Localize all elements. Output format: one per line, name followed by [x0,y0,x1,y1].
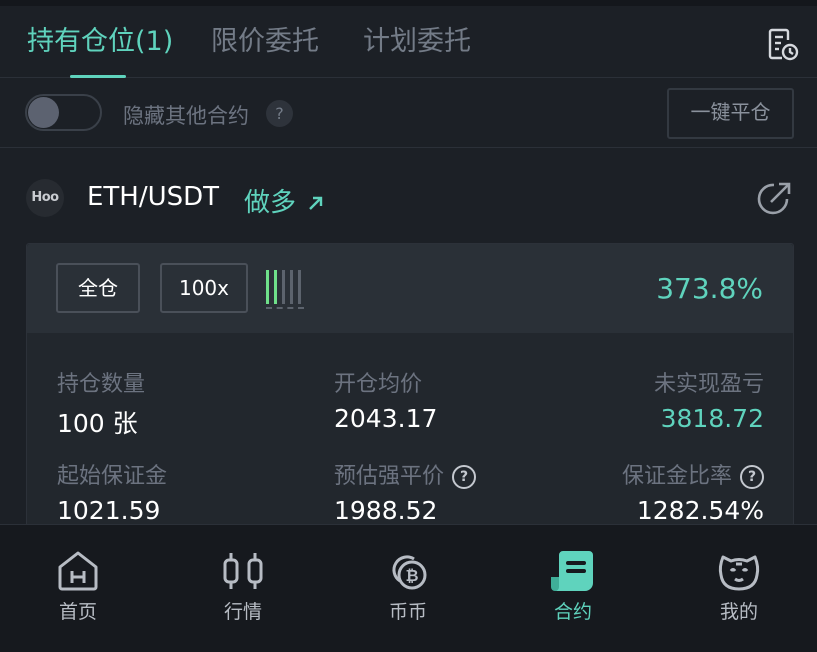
adl-bar [266,270,269,304]
adl-bar [274,270,277,304]
svg-text:₿: ₿ [405,566,418,585]
tab-limit-orders[interactable]: 限价委托 [211,26,319,58]
mascot-icon [718,555,760,591]
liquidation-price-value: 1988.52 [334,496,438,525]
quantity-label: 持仓数量 [57,372,146,397]
liquidation-price-label: 预估强平价 [334,464,445,489]
margin-ratio-label-group: 保证金比率? [622,458,764,490]
nav-contract[interactable]: 合约 [498,525,648,652]
tab-positions[interactable]: 持有仓位(1) [27,26,173,58]
share-icon[interactable] [754,179,794,219]
bottom-nav: 首页 行情 ₿ 币币 合约 我的 [0,524,817,652]
candlestick-icon [223,553,263,589]
liquidation-price-label-group: 预估强平价? [334,458,477,490]
pair-name: ETH/USDT [87,182,220,212]
help-icon[interactable]: ? [452,465,477,489]
unrealized-pnl-label: 未实现盈亏 [653,372,764,397]
filter-row: 隐藏其他合约 ? 一键平仓 [0,78,817,148]
margin-ratio-value: 1282.54% [636,496,764,525]
close-all-button[interactable]: 一键平仓 [667,88,794,139]
position-card-header: 全仓 100x 373.8% [27,244,793,333]
nav-label-home: 首页 [58,601,97,623]
adl-baseline [266,307,304,309]
nav-home[interactable]: 首页 [3,525,153,652]
adl-indicator [266,270,304,310]
position-tabs: 持有仓位(1) 限价委托 计划委托 [0,6,817,78]
home-icon [58,551,98,591]
margin-mode-chip[interactable]: 全仓 [56,263,140,313]
initial-margin-label: 起始保证金 [57,464,168,489]
toggle-knob [28,97,59,128]
entry-price-value: 2043.17 [334,404,438,433]
nav-label-contract: 合约 [553,601,592,623]
exchange-logo: Hoo [26,179,64,217]
return-on-equity: 373.8% [656,272,763,305]
hide-other-contracts-toggle[interactable] [25,94,102,131]
adl-bar [282,270,285,304]
nav-label-market: 行情 [223,601,262,623]
nav-label-spot: 币币 [388,601,427,623]
order-history-icon[interactable] [766,26,800,62]
adl-bar [298,270,301,304]
arrow-up-right-icon [309,196,323,210]
contract-icon [551,551,593,591]
help-icon[interactable]: ? [266,100,293,127]
coin-icon: ₿ [392,555,427,590]
margin-ratio-label: 保证金比率 [621,464,732,489]
initial-margin-value: 1021.59 [57,496,161,525]
adl-bar [290,270,293,304]
entry-price-label: 开仓均价 [334,372,423,397]
position-side: 做多 [244,188,297,218]
nav-spot[interactable]: ₿ 币币 [333,525,483,652]
help-icon[interactable]: ? [740,465,764,489]
nav-market[interactable]: 行情 [168,525,318,652]
position-header: Hoo ETH/USDT 做多 [0,149,817,244]
nav-profile[interactable]: 我的 [664,525,814,652]
position-card: 全仓 100x 373.8% 持仓数量 100 张 开仓均价 2043.17 未… [26,243,794,533]
nav-label-profile: 我的 [719,601,758,623]
tab-plan-orders[interactable]: 计划委托 [363,26,471,58]
leverage-chip[interactable]: 100x [160,263,248,313]
unrealized-pnl-value: 3818.72 [660,404,764,433]
hide-other-contracts-label: 隐藏其他合约 [123,104,249,128]
quantity-value: 100 张 [57,409,138,438]
